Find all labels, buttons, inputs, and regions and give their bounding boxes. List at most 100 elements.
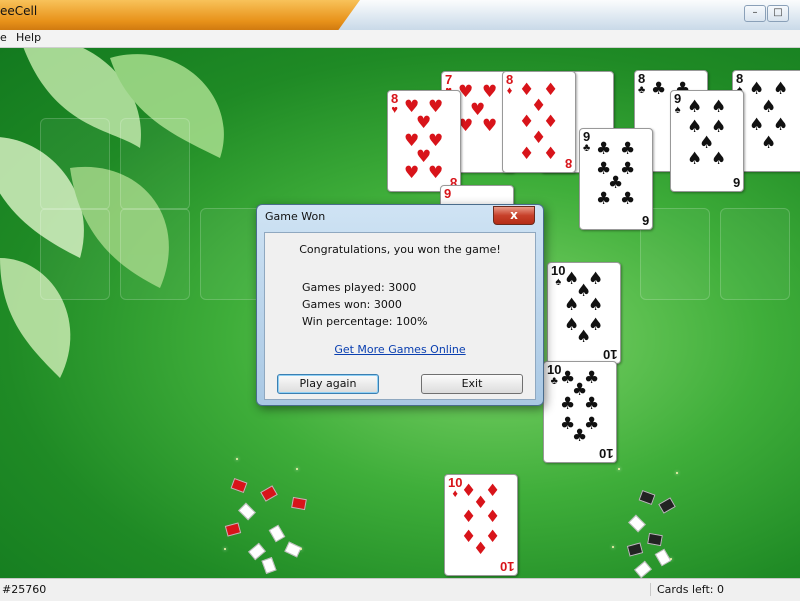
confetti-piece bbox=[654, 548, 672, 567]
confetti-piece bbox=[634, 560, 652, 578]
card-10-diamonds[interactable]: 10 ♦ ♦ ♦ ♦ ♦ ♦ ♦ ♦ ♦ 10 bbox=[444, 474, 518, 576]
spade-icon: ♠ bbox=[711, 97, 727, 117]
heart-icon: ♥ bbox=[428, 163, 444, 183]
heart-icon: ♥ bbox=[416, 113, 432, 133]
card-rank-corner: 8 bbox=[564, 156, 572, 171]
confetti-piece bbox=[291, 496, 307, 511]
confetti-piece bbox=[268, 524, 286, 543]
menu-bar: e Help bbox=[0, 30, 800, 48]
confetti-piece bbox=[224, 522, 242, 537]
sparkle bbox=[612, 546, 614, 548]
spade-icon: ♠ bbox=[687, 149, 703, 169]
club-icon: ♣ bbox=[651, 79, 667, 99]
sparkle bbox=[296, 468, 298, 470]
card-8-diamonds[interactable]: 8 ♦ ♦ ♦ ♦ ♦ ♦ ♦ ♦ ♦ 8 bbox=[502, 71, 576, 173]
menu-help[interactable]: Help bbox=[16, 31, 41, 44]
diamond-icon: ♦ bbox=[461, 507, 477, 527]
minimize-button[interactable]: – bbox=[744, 5, 766, 22]
confetti-piece bbox=[658, 497, 676, 514]
game-number: #25760 bbox=[2, 583, 47, 596]
spade-icon: ♠ bbox=[576, 327, 592, 347]
card-rank-corner: 6 bbox=[641, 213, 649, 228]
card-rank-corner: 6 bbox=[732, 175, 740, 190]
spade-icon: ♠ bbox=[773, 115, 789, 135]
dialog-close-button[interactable]: x bbox=[493, 206, 535, 225]
spade-icon: ♠ bbox=[588, 295, 604, 315]
sparkle bbox=[670, 558, 672, 560]
confetti-piece bbox=[230, 477, 248, 494]
club-icon: ♣ bbox=[584, 394, 600, 414]
spade-icon: ♠ bbox=[749, 79, 765, 99]
club-icon: ♣ bbox=[583, 142, 591, 154]
games-won: Games won: 3000 bbox=[302, 298, 402, 311]
dialog-title: Game Won bbox=[265, 210, 326, 223]
confetti-piece bbox=[628, 514, 646, 533]
diamond-icon: ♦ bbox=[519, 144, 535, 164]
club-icon: ♣ bbox=[638, 84, 646, 96]
tableau-slot[interactable] bbox=[40, 208, 110, 300]
spade-icon: ♠ bbox=[761, 97, 777, 117]
card-10-spades[interactable]: 10 ♠ ♠ ♠ ♠ ♠ ♠ ♠ ♠ ♠ 10 bbox=[547, 262, 621, 364]
club-icon: ♣ bbox=[560, 394, 576, 414]
heart-icon: ♥ bbox=[482, 82, 498, 102]
game-won-dialog: Game Won x Congratulations, you won the … bbox=[256, 204, 544, 406]
tableau-slot[interactable] bbox=[720, 208, 790, 300]
maximize-button[interactable]: □ bbox=[767, 5, 789, 22]
confetti-piece bbox=[260, 485, 278, 502]
confetti-piece bbox=[238, 502, 256, 521]
card-rank-corner: 10 bbox=[499, 559, 514, 574]
games-played: Games played: 3000 bbox=[302, 281, 417, 294]
play-again-button[interactable]: Play again bbox=[277, 374, 379, 394]
confetti-piece bbox=[626, 542, 644, 557]
card-rank-corner: 10 bbox=[598, 446, 613, 461]
title-bar[interactable]: eeCell – □ bbox=[0, 0, 800, 30]
sparkle bbox=[300, 548, 302, 550]
diamond-icon: ♦ bbox=[485, 507, 501, 527]
tableau-slot[interactable] bbox=[120, 208, 190, 300]
spade-icon: ♠ bbox=[674, 104, 681, 116]
exit-button[interactable]: Exit bbox=[421, 374, 523, 394]
sparkle bbox=[224, 548, 226, 550]
diamond-icon: ♦ bbox=[543, 144, 559, 164]
sparkle bbox=[236, 458, 238, 460]
confetti-piece bbox=[261, 557, 277, 574]
club-icon: ♣ bbox=[620, 139, 636, 159]
club-icon: ♣ bbox=[596, 139, 612, 159]
spade-icon: ♠ bbox=[749, 115, 765, 135]
cards-left: Cards left: 0 bbox=[650, 583, 724, 596]
confetti-piece bbox=[248, 542, 266, 561]
diamond-icon: ♦ bbox=[473, 539, 489, 559]
free-cell-slot[interactable] bbox=[120, 118, 190, 210]
card-8-hearts[interactable]: 8 ♥ ♥ ♥ ♥ ♥ ♥ ♥ ♥ ♥ 8 bbox=[387, 90, 461, 192]
status-bar: #25760 Cards left: 0 bbox=[0, 578, 800, 601]
spade-icon: ♠ bbox=[711, 149, 727, 169]
win-percentage: Win percentage: 100% bbox=[302, 315, 428, 328]
confetti-piece bbox=[284, 541, 302, 558]
diamond-icon: ♦ bbox=[506, 85, 513, 97]
menu-game[interactable]: e bbox=[0, 31, 7, 44]
congratulations-message: Congratulations, you won the game! bbox=[299, 243, 501, 256]
get-more-games-link[interactable]: Get More Games Online bbox=[265, 343, 535, 356]
card-rank: 9 bbox=[444, 186, 452, 201]
window-title: eeCell bbox=[0, 4, 38, 18]
free-cell-slot[interactable] bbox=[40, 118, 110, 210]
card-rank-corner: 10 bbox=[602, 347, 617, 362]
heart-icon: ♥ bbox=[482, 116, 498, 136]
spade-icon: ♠ bbox=[687, 97, 703, 117]
card-9-spades[interactable]: 9 ♠ ♠ ♠ ♠ ♠ ♠ ♠ ♠ 6 bbox=[670, 90, 744, 192]
sparkle bbox=[676, 472, 678, 474]
spade-icon: ♠ bbox=[761, 133, 777, 153]
club-icon: ♣ bbox=[620, 189, 636, 209]
heart-icon: ♥ bbox=[391, 104, 398, 116]
spade-icon: ♠ bbox=[773, 79, 789, 99]
card-10-clubs[interactable]: 10 ♣ ♣ ♣ ♣ ♣ ♣ ♣ ♣ ♣ 10 bbox=[543, 361, 617, 463]
title-bar-accent bbox=[0, 0, 360, 30]
confetti-piece bbox=[638, 489, 656, 506]
sparkle bbox=[618, 468, 620, 470]
spade-icon: ♠ bbox=[564, 295, 580, 315]
card-9-clubs[interactable]: 9 ♣ ♣ ♣ ♣ ♣ ♣ ♣ ♣ 6 bbox=[579, 128, 653, 230]
heart-icon: ♥ bbox=[404, 163, 420, 183]
club-icon: ♣ bbox=[572, 426, 588, 446]
confetti-piece bbox=[647, 532, 663, 547]
club-icon: ♣ bbox=[596, 189, 612, 209]
